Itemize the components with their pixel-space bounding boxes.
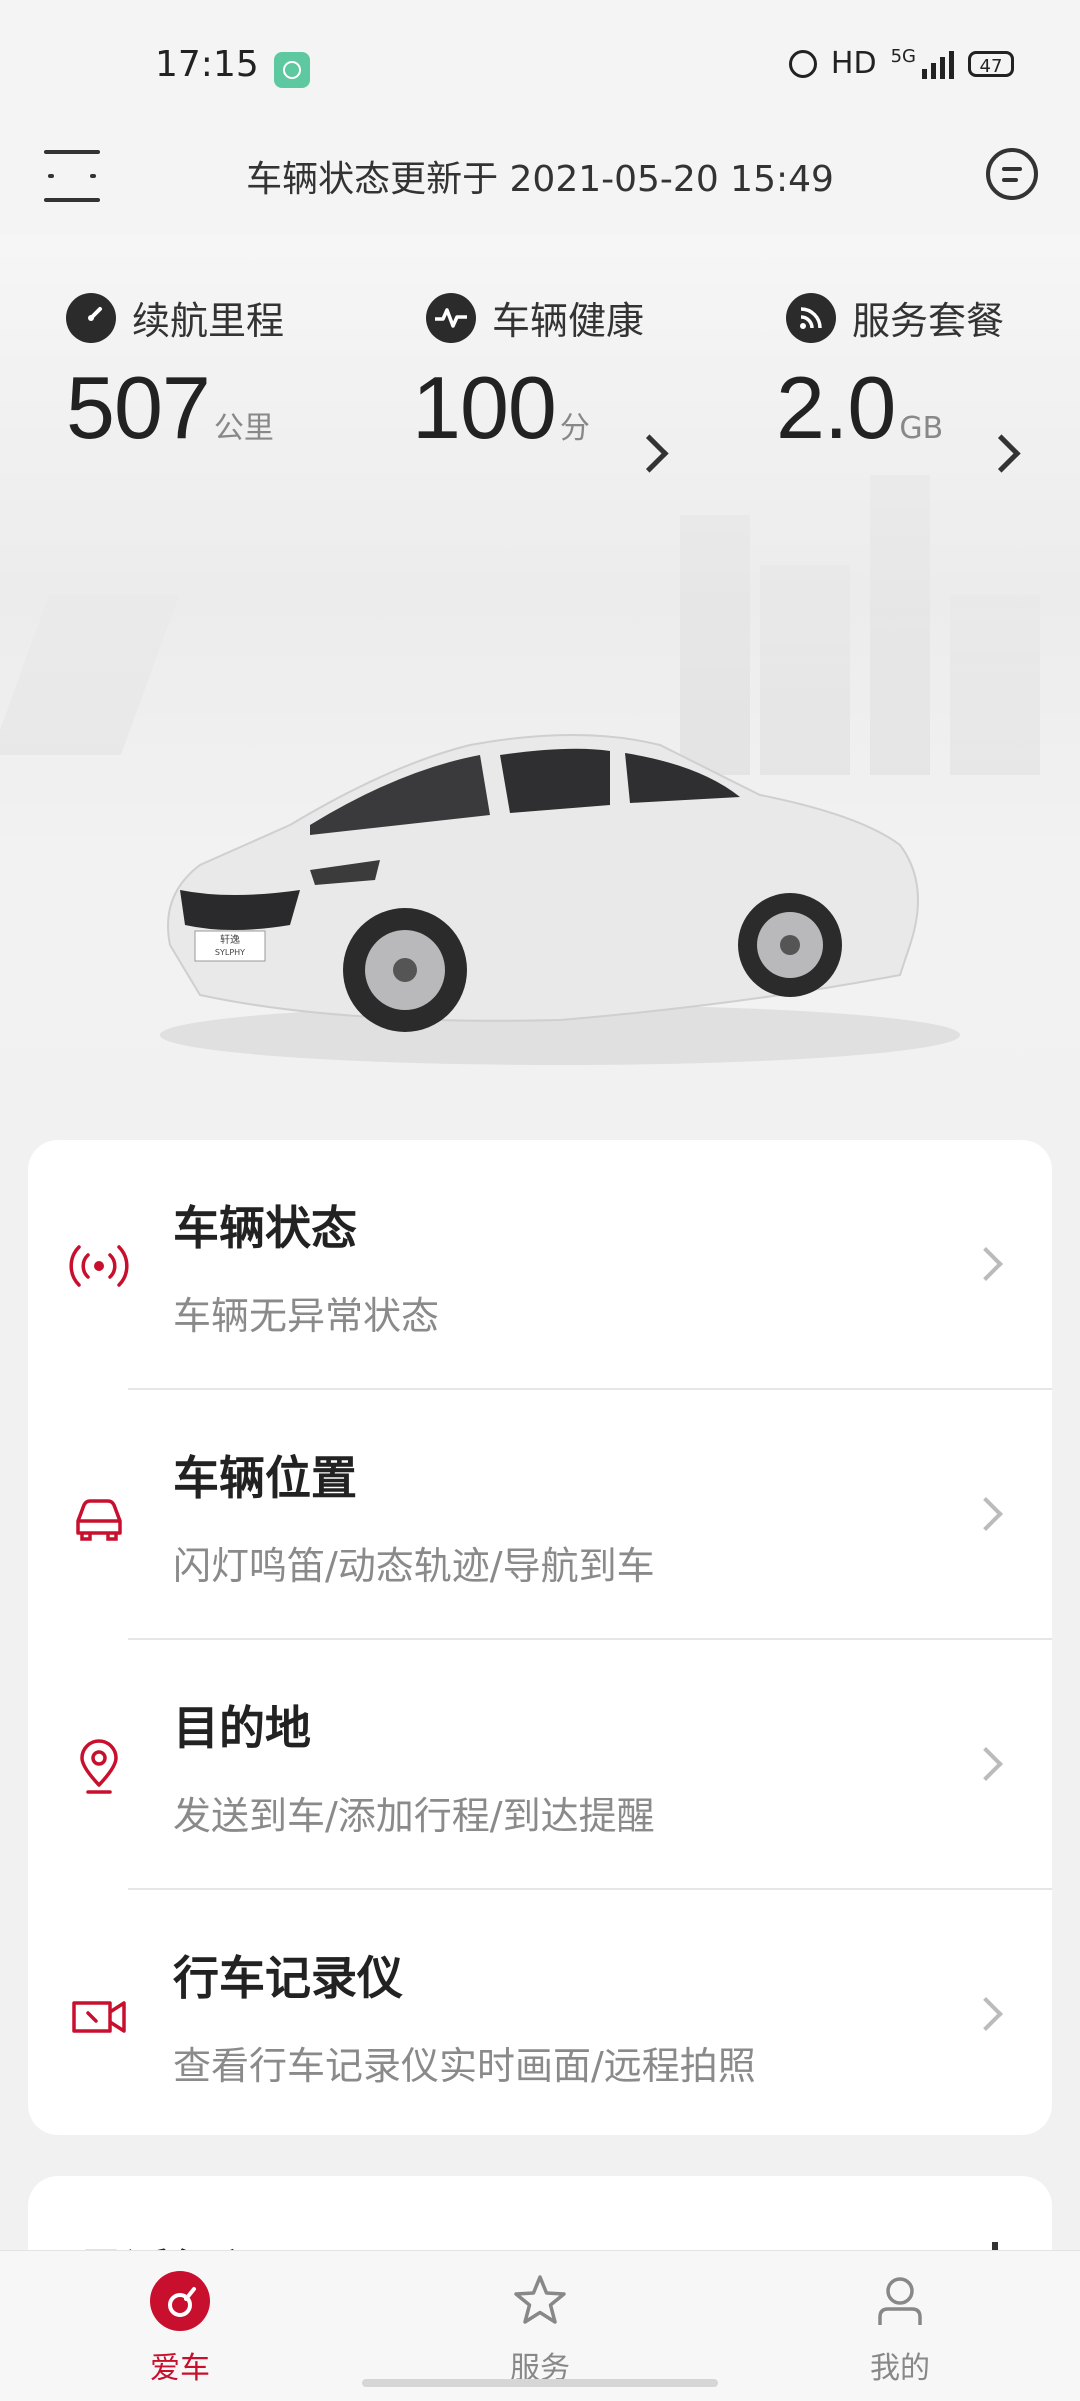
message-button[interactable] bbox=[986, 148, 1038, 200]
stat-service[interactable]: 服务套餐 2.0 GB bbox=[776, 290, 1005, 459]
nav-tab-service[interactable]: 服务 bbox=[440, 2269, 640, 2387]
menu-item-title: 车辆状态 bbox=[173, 1201, 357, 1255]
menu-item-subtitle: 车辆无异常状态 bbox=[173, 1294, 440, 1338]
car-image: 轩逸 SYLPHY bbox=[160, 734, 960, 1065]
signal-icon bbox=[922, 49, 954, 79]
app-header: 车辆状态更新于 2021-05-20 15:49 bbox=[0, 130, 1080, 235]
stat-health-unit: 分 bbox=[559, 411, 590, 446]
home-indicator[interactable] bbox=[362, 2379, 718, 2387]
user-icon bbox=[868, 2269, 932, 2333]
menu-item-subtitle: 发送到车/添加行程/到达提醒 bbox=[173, 1794, 655, 1838]
menu-item-vehicle-status[interactable]: 车辆状态 车辆无异常状态 bbox=[28, 1140, 1052, 1390]
stat-service-label: 服务套餐 bbox=[852, 299, 1005, 343]
chevron-right-icon bbox=[969, 1247, 1003, 1281]
menu-item-subtitle: 闪灯鸣笛/动态轨迹/导航到车 bbox=[173, 1544, 655, 1588]
location-pin-icon bbox=[80, 1739, 118, 1794]
status-bar: 17:15 HD 5G 47 bbox=[0, 0, 1080, 130]
stat-range-value: 507 bbox=[66, 358, 211, 457]
bottom-nav: 爱车 服务 我的 bbox=[0, 2250, 1080, 2401]
star-icon bbox=[508, 2269, 572, 2333]
status-indicators: HD 5G 47 bbox=[788, 46, 1014, 81]
app-notification-icon bbox=[274, 52, 310, 88]
steering-wheel-icon bbox=[148, 2269, 212, 2333]
nav-label: 我的 bbox=[870, 2351, 930, 2386]
vehicle-hero: 续航里程 507 公里 车辆健康 100 分 服务套餐 2.0 GB 轩逸 SY… bbox=[0, 235, 1080, 1135]
stats-row: 续航里程 507 公里 车辆健康 100 分 服务套餐 2.0 GB bbox=[0, 290, 1080, 490]
chevron-right-icon bbox=[969, 1747, 1003, 1781]
network-gen: 5G bbox=[890, 46, 916, 67]
stat-service-value: 2.0 bbox=[776, 358, 896, 457]
stat-service-unit: GB bbox=[899, 411, 944, 446]
vehicle-menu-card: 车辆状态 车辆无异常状态 车辆位置 闪灯鸣笛/动态轨迹/导航到车 目的地 发送到… bbox=[28, 1140, 1052, 2135]
chevron-right-icon bbox=[969, 1997, 1003, 2031]
alarm-icon bbox=[788, 49, 817, 78]
stat-health-value: 100 bbox=[412, 358, 557, 457]
video-camera-icon bbox=[72, 2001, 126, 2033]
stat-health-label: 车辆健康 bbox=[492, 299, 645, 343]
menu-item-title: 目的地 bbox=[173, 1701, 311, 1755]
car-plate-text: 轩逸 bbox=[220, 933, 240, 946]
menu-item-destination[interactable]: 目的地 发送到车/添加行程/到达提醒 bbox=[28, 1640, 1052, 1890]
car-plate-sub: SYLPHY bbox=[215, 948, 245, 957]
stat-range-label: 续航里程 bbox=[132, 299, 285, 343]
chevron-right-icon bbox=[969, 1497, 1003, 1531]
car-icon bbox=[76, 1499, 122, 1541]
battery-icon: 47 bbox=[968, 50, 1014, 77]
speedometer-icon bbox=[66, 292, 116, 343]
menu-item-vehicle-location[interactable]: 车辆位置 闪灯鸣笛/动态轨迹/导航到车 bbox=[28, 1390, 1052, 1640]
menu-item-title: 行车记录仪 bbox=[173, 1951, 403, 2005]
status-time: 17:15 bbox=[155, 44, 259, 85]
nav-label: 爱车 bbox=[150, 2351, 210, 2386]
nav-tab-profile[interactable]: 我的 bbox=[800, 2269, 1000, 2387]
signal-icon bbox=[786, 292, 836, 343]
menu-item-dashcam[interactable]: 行车记录仪 查看行车记录仪实时画面/远程拍照 bbox=[28, 1890, 1052, 2135]
nav-tab-my-car[interactable]: 爱车 bbox=[80, 2269, 280, 2387]
pulse-icon bbox=[426, 292, 476, 343]
broadcast-icon bbox=[69, 1245, 129, 1287]
stat-range-unit: 公里 bbox=[213, 411, 274, 446]
stat-health[interactable]: 车辆健康 100 分 bbox=[412, 290, 645, 459]
menu-item-subtitle: 查看行车记录仪实时画面/远程拍照 bbox=[173, 2044, 756, 2088]
network-hd: HD bbox=[830, 46, 877, 81]
stat-range: 续航里程 507 公里 bbox=[66, 290, 284, 459]
city-background bbox=[950, 595, 1040, 775]
update-time-title: 车辆状态更新于 2021-05-20 15:49 bbox=[246, 159, 834, 200]
menu-item-title: 车辆位置 bbox=[173, 1451, 357, 1505]
